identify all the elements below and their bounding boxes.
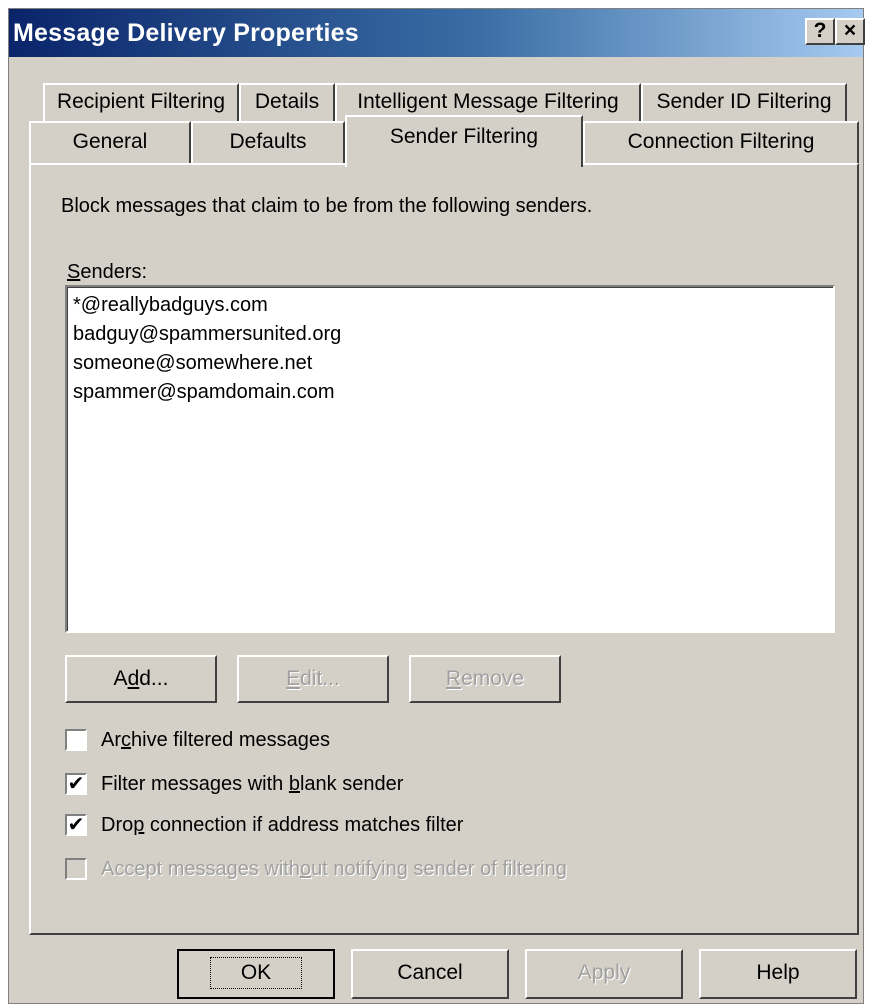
apply-button[interactable]: Apply xyxy=(525,949,683,999)
button-label: OK xyxy=(209,957,303,989)
context-help-button[interactable]: ? xyxy=(805,18,835,45)
label-text: lank sender xyxy=(299,773,404,795)
tab-label: Details xyxy=(254,90,320,113)
checkbox-box[interactable]: ✔ xyxy=(65,773,87,795)
accelerator-key: o xyxy=(299,858,312,880)
list-item[interactable]: spammer@spamdomain.com xyxy=(67,378,833,407)
panel-description: Block messages that claim to be from the… xyxy=(61,195,593,217)
label-text: enders: xyxy=(80,261,148,283)
checkbox-label: Drop connection if address matches filte… xyxy=(101,813,463,837)
tab-sender-filtering[interactable]: Sender Filtering xyxy=(345,115,583,167)
accelerator-key: d xyxy=(127,667,140,690)
dialog-title: Message Delivery Properties xyxy=(13,19,359,47)
tab-connection-filtering[interactable]: Connection Filtering xyxy=(583,121,859,163)
label-text: ut notifying sender of filtering xyxy=(311,858,567,880)
accelerator-key: S xyxy=(67,261,81,283)
tab-label: Sender ID Filtering xyxy=(656,90,832,113)
accelerator-key: R xyxy=(445,667,462,690)
tab-defaults[interactable]: Defaults xyxy=(191,121,345,163)
checkbox-box[interactable]: ✔ xyxy=(65,814,87,836)
label-text: dit... xyxy=(300,667,340,690)
remove-button[interactable]: Remove xyxy=(409,655,561,703)
label-text: Accept messages with xyxy=(101,858,300,880)
tab-general[interactable]: General xyxy=(29,121,191,163)
ok-button[interactable]: OK xyxy=(177,949,335,999)
tab-label: Intelligent Message Filtering xyxy=(357,90,619,113)
tab-panel-sender-filtering: Block messages that claim to be from the… xyxy=(29,163,859,935)
list-item[interactable]: someone@somewhere.net xyxy=(67,349,833,378)
list-item[interactable]: badguy@spammersunited.org xyxy=(67,320,833,349)
tab-label: Connection Filtering xyxy=(627,130,815,153)
senders-label: Senders: xyxy=(67,261,147,284)
label-text: Ar xyxy=(101,729,121,751)
tab-recipient-filtering[interactable]: Recipient Filtering xyxy=(43,83,239,121)
checkbox-label: Filter messages with blank sender xyxy=(101,772,403,796)
edit-button[interactable]: Edit... xyxy=(237,655,389,703)
checkbox-box[interactable] xyxy=(65,858,87,880)
accelerator-key: c xyxy=(121,729,131,751)
tab-details[interactable]: Details xyxy=(239,83,335,121)
label-text: A xyxy=(113,667,128,690)
checkbox-label: Archive filtered messages xyxy=(101,728,330,752)
accelerator-key: p xyxy=(133,814,145,836)
close-button[interactable]: × xyxy=(835,18,865,45)
list-item[interactable]: *@reallybadguys.com xyxy=(67,291,833,320)
help-button[interactable]: Help xyxy=(699,949,857,999)
checkbox-label: Accept messages without notifying sender… xyxy=(101,857,567,881)
tab-label: General xyxy=(72,130,148,153)
label-text: d... xyxy=(139,667,169,690)
label-text: Filter messages with xyxy=(101,773,289,795)
tab-label: Recipient Filtering xyxy=(56,90,226,113)
cancel-button[interactable]: Cancel xyxy=(351,949,509,999)
senders-list[interactable]: *@reallybadguys.com badguy@spammersunite… xyxy=(65,285,835,633)
title-bar[interactable]: Message Delivery Properties ? × xyxy=(9,9,865,57)
label-text: Dro xyxy=(101,814,134,836)
accelerator-key: E xyxy=(286,667,301,690)
tab-sender-id-filtering[interactable]: Sender ID Filtering xyxy=(641,83,847,121)
add-button[interactable]: Add... xyxy=(65,655,217,703)
label-text: connection if address matches filter xyxy=(144,814,464,836)
accelerator-key: b xyxy=(288,773,300,795)
label-text: hive filtered messages xyxy=(131,729,330,751)
tab-label: Defaults xyxy=(229,130,307,153)
checkbox-box[interactable] xyxy=(65,729,87,751)
properties-dialog: Message Delivery Properties ? × Recipien… xyxy=(8,8,865,1004)
label-text: emove xyxy=(461,667,525,690)
tab-label: Sender Filtering xyxy=(389,125,539,148)
